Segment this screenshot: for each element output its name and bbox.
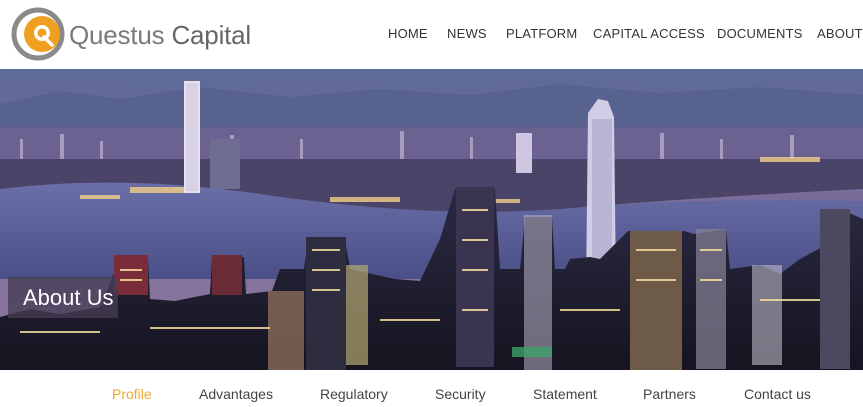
subnav-contact-us[interactable]: Contact us	[744, 386, 811, 402]
subnav-partners[interactable]: Partners	[643, 386, 696, 402]
subnav-statement[interactable]: Statement	[533, 386, 597, 402]
nav-about-us[interactable]: ABOUT US	[817, 26, 863, 41]
nav-home[interactable]: HOME	[388, 26, 428, 41]
main-nav: HOME NEWS PLATFORM CAPITAL ACCESS DOCUME…	[0, 26, 863, 42]
nav-capital-access[interactable]: CAPITAL ACCESS	[593, 26, 705, 41]
subnav-security[interactable]: Security	[435, 386, 486, 402]
hero-title-box: About Us	[8, 277, 118, 318]
subnav-advantages[interactable]: Advantages	[199, 386, 273, 402]
city-skyline-image	[0, 69, 863, 370]
nav-platform[interactable]: PLATFORM	[506, 26, 577, 41]
site-header: Questus Capital HOME NEWS PLATFORM CAPIT…	[0, 0, 863, 69]
subnav-profile[interactable]: Profile	[112, 386, 152, 402]
hero-title: About Us	[23, 285, 114, 310]
nav-news[interactable]: NEWS	[447, 26, 487, 41]
about-subnav: Profile Advantages Regulatory Security S…	[0, 370, 863, 407]
subnav-regulatory[interactable]: Regulatory	[320, 386, 388, 402]
hero-banner: About Us	[0, 69, 863, 370]
nav-documents[interactable]: DOCUMENTS	[717, 26, 803, 41]
